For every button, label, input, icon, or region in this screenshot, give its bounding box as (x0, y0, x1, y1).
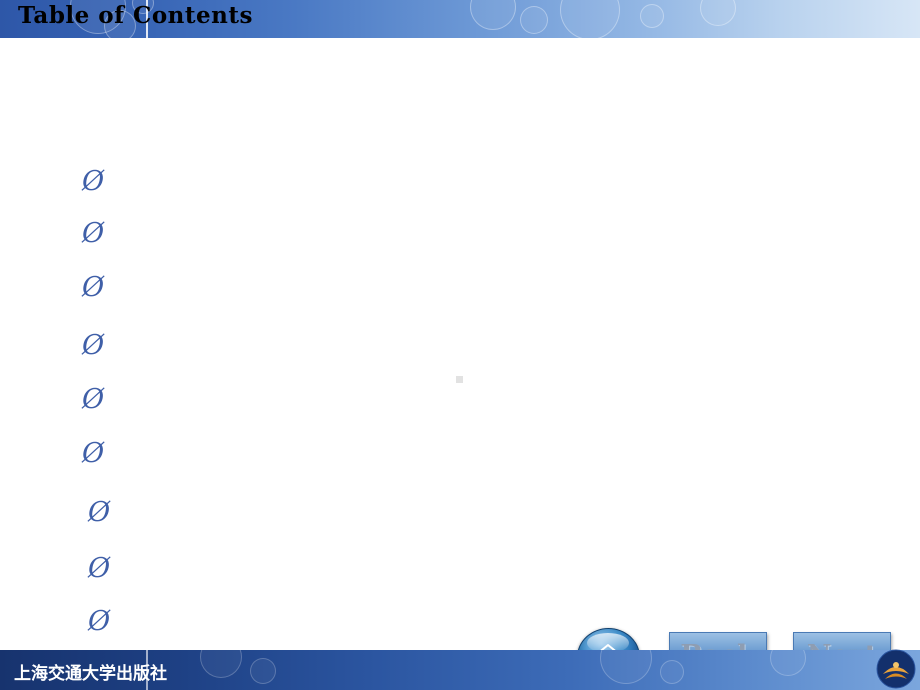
slide-canvas: Table of Contents Ø Ø Ø Ø Ø Ø Ø Ø Ø Back… (0, 0, 920, 690)
decorative-bubble (770, 650, 806, 676)
decorative-bubble (600, 650, 652, 684)
list-item-bullet-3: Ø (82, 272, 105, 303)
decorative-bubble (520, 6, 548, 34)
list-item-bullet-5: Ø (82, 384, 105, 415)
page-title: Table of Contents (18, 2, 253, 29)
publisher-logo-icon (876, 649, 916, 689)
slide-body: Ø Ø Ø Ø Ø Ø Ø Ø Ø Back Next (0, 38, 920, 686)
list-item-bullet-8: Ø (88, 553, 111, 584)
list-item-bullet-6: Ø (82, 438, 105, 469)
decorative-bubble (640, 4, 664, 28)
list-item-bullet-1: Ø (82, 166, 105, 197)
slide-header: Table of Contents (0, 0, 920, 38)
list-item-bullet-2: Ø (82, 218, 105, 249)
decorative-bubble (560, 0, 620, 38)
placeholder-mark (456, 376, 463, 383)
decorative-bubble (470, 0, 516, 30)
decorative-bubble (660, 660, 684, 684)
decorative-bubble (250, 658, 276, 684)
decorative-bubble (700, 0, 736, 26)
decorative-bubble (200, 650, 242, 678)
slide-footer: 上海交通大学出版社 (0, 650, 920, 690)
publisher-name: 上海交通大学出版社 (14, 664, 167, 684)
list-item-bullet-7: Ø (88, 497, 111, 528)
list-item-bullet-4: Ø (82, 330, 105, 361)
list-item-bullet-9: Ø (88, 606, 111, 637)
